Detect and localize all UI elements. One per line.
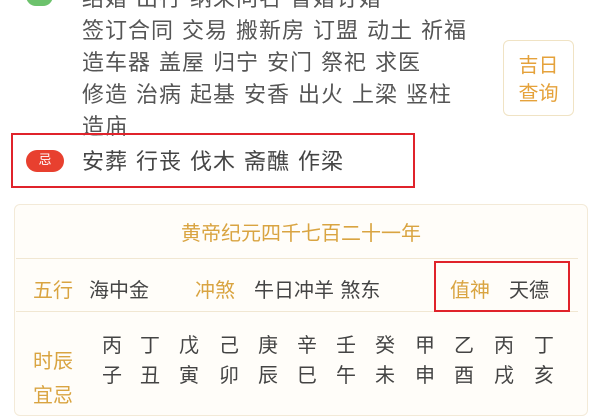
auspicious-day-query-button[interactable]: 吉日 查询 <box>503 40 574 116</box>
shichen-stem: 戊 <box>179 333 199 357</box>
shichen-stem: 乙 <box>454 333 474 357</box>
shichen-branch: 酉 <box>454 363 474 387</box>
yiji-label: 宜忌 <box>33 383 73 407</box>
shichen-stem: 丙 <box>494 333 514 357</box>
shichen-branch: 巳 <box>297 363 317 387</box>
shichen-branch: 亥 <box>534 363 554 387</box>
yi-badge <box>26 0 53 6</box>
yi-line: 修造 治病 起基 安香 出火 上梁 竖柱 <box>82 83 452 108</box>
shichen-branch: 申 <box>415 363 435 387</box>
shichen-stem: 丁 <box>140 333 160 357</box>
yi-list: 结婚 出行 纳采问名 冒婚订婚 签订合同 交易 搬新房 订盟 动土 祈福 造车器… <box>82 0 512 144</box>
shichen-column: 丁丑 <box>138 330 162 390</box>
shichen-column: 壬午 <box>334 330 358 390</box>
zhishen-value: 天德 <box>509 278 549 302</box>
query-button-line2: 查询 <box>518 81 559 105</box>
shichen-column: 甲申 <box>413 330 437 390</box>
shichen-column: 丁亥 <box>532 330 556 390</box>
row-divider <box>16 258 578 259</box>
yi-line: 结婚 出行 纳采问名 冒婚订婚 <box>82 0 512 16</box>
shichen-column: 丙戌 <box>492 330 516 390</box>
shichen-stem: 癸 <box>375 333 395 357</box>
chongsha-label: 冲煞 <box>195 278 235 302</box>
wuxing-label: 五行 <box>33 278 73 302</box>
shichen-column: 丙子 <box>100 330 124 390</box>
shichen-branch: 子 <box>102 363 122 387</box>
shichen-column: 庚辰 <box>256 330 280 390</box>
shichen-branch: 午 <box>336 363 356 387</box>
shichen-column: 己卯 <box>217 330 241 390</box>
chongsha-value: 牛日冲羊 煞东 <box>254 278 381 302</box>
shichen-stem: 甲 <box>415 333 435 357</box>
shichen-branch: 戌 <box>494 363 514 387</box>
shichen-column: 戊寅 <box>177 330 201 390</box>
ji-list: 安葬 行丧 伐木 斋醮 作梁 <box>82 150 344 175</box>
shichen-branch: 丑 <box>140 363 160 387</box>
shichen-label: 时辰 <box>33 349 73 373</box>
shichen-stem: 丙 <box>102 333 122 357</box>
shichen-column: 辛巳 <box>295 330 319 390</box>
shichen-stem: 己 <box>219 333 239 357</box>
shichen-column: 乙酉 <box>452 330 476 390</box>
year-title: 黄帝纪元四千七百二十一年 <box>181 221 421 245</box>
shichen-stem: 丁 <box>534 333 554 357</box>
yi-line: 造车器 盖屋 归宁 安门 祭祀 求医 <box>82 51 421 76</box>
shichen-stem: 庚 <box>258 333 278 357</box>
shichen-branch: 卯 <box>219 363 239 387</box>
shichen-stem: 壬 <box>336 333 356 357</box>
shichen-branch: 未 <box>375 363 395 387</box>
zhishen-label: 值神 <box>450 278 490 302</box>
yi-line: 签订合同 交易 搬新房 订盟 动土 祈福 <box>82 19 467 44</box>
shichen-column: 癸未 <box>373 330 397 390</box>
shichen-branch: 寅 <box>179 363 199 387</box>
ji-badge: 忌 <box>26 150 64 172</box>
shichen-branch: 辰 <box>258 363 278 387</box>
wuxing-value: 海中金 <box>89 278 149 302</box>
query-button-line1: 吉日 <box>518 53 559 77</box>
shichen-stem: 辛 <box>297 333 317 357</box>
